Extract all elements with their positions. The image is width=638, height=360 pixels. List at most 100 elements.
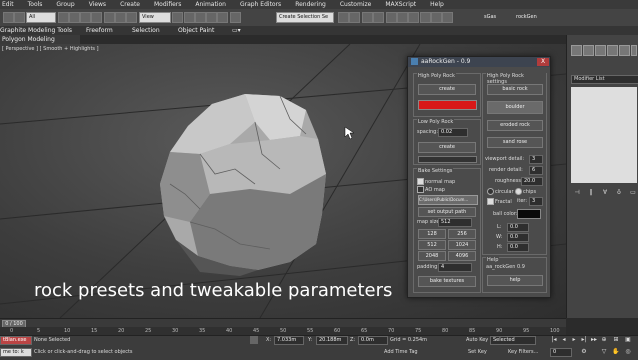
percent-snap-icon[interactable]	[206, 12, 217, 23]
tab-freeform[interactable]: Freeform	[86, 26, 113, 35]
eroded-rock-button[interactable]: eroded rock	[487, 120, 543, 131]
create-low-poly-button[interactable]: create	[418, 142, 476, 153]
set-key-button[interactable]: Set Key	[468, 349, 487, 355]
z-coord-field[interactable]: 0.0m	[358, 336, 388, 345]
go-to-end-icon[interactable]: ▸▸	[590, 336, 598, 344]
select-name-icon[interactable]	[69, 12, 80, 23]
show-end-result-icon[interactable]: ‖	[587, 189, 595, 197]
edit-named-sets-icon[interactable]	[230, 12, 241, 23]
menu-graph-editors[interactable]: Graph Editors	[240, 1, 281, 8]
ribbon-options-icon[interactable]: ▭▾	[232, 26, 241, 35]
maxscript-listener-a[interactable]: tBlan.exe	[0, 336, 32, 345]
redo-icon[interactable]	[14, 12, 25, 23]
ribbon-toggle-icon[interactable]	[373, 12, 384, 23]
menu-maxscript[interactable]: MAXScript	[385, 1, 416, 8]
move-icon[interactable]	[104, 12, 115, 23]
toolbar-label-rockgen[interactable]: rockGen	[516, 12, 537, 22]
modifier-list-dropdown[interactable]: Modifier List	[571, 75, 638, 84]
ball-color-swatch[interactable]	[517, 209, 541, 219]
sand-rose-button[interactable]: sand rose	[487, 137, 543, 148]
menu-tools[interactable]: Tools	[28, 1, 43, 8]
menu-group[interactable]: Group	[56, 1, 74, 8]
utilities-tab-icon[interactable]	[631, 45, 637, 56]
make-unique-icon[interactable]: ∀	[601, 189, 609, 197]
key-filters-button[interactable]: Key Filters...	[508, 349, 538, 355]
rendered-frame-icon[interactable]	[431, 12, 442, 23]
snap-toggle-icon[interactable]	[184, 12, 195, 23]
size-128-button[interactable]: 128	[418, 229, 446, 239]
schematic-view-icon[interactable]	[397, 12, 408, 23]
output-path-field[interactable]: C:\Users\Public\Docum...	[418, 195, 478, 205]
window-crossing-icon[interactable]	[91, 12, 102, 23]
size-4096-button[interactable]: 4096	[448, 251, 476, 261]
render-icon[interactable]	[442, 12, 453, 23]
mirror-icon[interactable]	[338, 12, 349, 23]
timeline-track[interactable]: 0 5 10 15 20 25 30 35 40 45 50 55 60 65 70 75 80 85 90 95 10…	[0, 327, 566, 335]
lock-selection-icon[interactable]	[250, 336, 258, 344]
menu-help[interactable]: Help	[430, 1, 444, 8]
create-high-poly-button[interactable]: create	[418, 84, 476, 95]
modify-tab-icon[interactable]	[583, 45, 594, 56]
circular-radio[interactable]: circular	[487, 188, 514, 195]
configure-sets-icon[interactable]: ▭	[629, 189, 637, 197]
reference-coord-dropdown[interactable]: View	[139, 12, 171, 23]
undo-icon[interactable]	[3, 12, 14, 23]
padding-spinner[interactable]: 4	[438, 263, 472, 272]
help-button[interactable]: help	[487, 275, 543, 286]
go-to-start-icon[interactable]: |◂	[550, 336, 558, 344]
remove-modifier-icon[interactable]: ö	[615, 189, 623, 197]
menu-edit[interactable]: Edit	[2, 1, 14, 8]
dialog-title-bar[interactable]: aaRockGen - 0.9	[408, 57, 550, 67]
bake-textures-button[interactable]: bake textures	[418, 276, 476, 287]
map-size-spinner[interactable]: 512	[438, 218, 472, 227]
hierarchy-tab-icon[interactable]	[595, 45, 606, 56]
tab-polygon-modeling[interactable]: Polygon Modeling	[2, 35, 55, 44]
length-spinner[interactable]: 0.0	[507, 223, 529, 232]
material-editor-icon[interactable]	[408, 12, 419, 23]
tab-graphite-modeling[interactable]: Graphite Modeling Tools	[0, 26, 72, 35]
menu-rendering[interactable]: Rendering	[295, 1, 326, 8]
zoom-extents-icon[interactable]: ▣	[624, 336, 632, 344]
motion-tab-icon[interactable]	[607, 45, 618, 56]
pan-icon[interactable]: ✋	[612, 348, 620, 356]
close-button[interactable]: X	[537, 58, 549, 66]
zoom-icon[interactable]: ⊕	[600, 336, 608, 344]
boulder-button[interactable]: boulder	[487, 101, 543, 114]
rotate-icon[interactable]	[115, 12, 126, 23]
fractal-checkbox[interactable]: Fractal	[487, 198, 512, 205]
selection-filter-dropdown[interactable]: All	[26, 12, 56, 23]
size-2048-button[interactable]: 2048	[418, 251, 446, 261]
spacing-spinner[interactable]: 0.02	[438, 128, 468, 137]
play-icon[interactable]: ▸	[570, 336, 578, 344]
y-coord-field[interactable]: 20.188m	[316, 336, 348, 345]
render-setup-icon[interactable]	[420, 12, 431, 23]
previous-frame-icon[interactable]: ◂	[560, 336, 568, 344]
scale-icon[interactable]	[126, 12, 137, 23]
align-icon[interactable]	[349, 12, 360, 23]
menu-create[interactable]: Create	[120, 1, 140, 8]
rock-color-swatch[interactable]	[418, 100, 477, 110]
region-select-icon[interactable]	[80, 12, 91, 23]
field-of-view-icon[interactable]: ▽	[600, 348, 608, 356]
display-tab-icon[interactable]	[619, 45, 630, 56]
named-selection-set-dropdown[interactable]: Create Selection Se	[276, 12, 334, 23]
size-256-button[interactable]: 256	[448, 229, 476, 239]
tab-object-paint[interactable]: Object Paint	[178, 26, 214, 35]
pivot-icon[interactable]	[172, 12, 183, 23]
x-coord-field[interactable]: 7.033m	[274, 336, 304, 345]
viewport-label[interactable]: [ Perspective ] [ Smooth + Highlights ]	[2, 46, 99, 52]
maxscript-listener-b[interactable]: me to: k	[0, 348, 32, 357]
tab-selection[interactable]: Selection	[132, 26, 160, 35]
menu-modifiers[interactable]: Modifiers	[154, 1, 181, 8]
modifier-stack[interactable]	[571, 87, 637, 183]
rock-mesh[interactable]	[160, 94, 326, 276]
next-frame-icon[interactable]: ▸|	[580, 336, 588, 344]
menu-customize[interactable]: Customize	[340, 1, 372, 8]
angle-snap-icon[interactable]	[195, 12, 206, 23]
ao-map-checkbox[interactable]: AO map	[417, 186, 445, 193]
add-time-tag[interactable]: Add Time Tag	[384, 349, 418, 355]
zoom-all-icon[interactable]: ⊞	[612, 336, 620, 344]
key-mode-dropdown[interactable]: Selected	[490, 336, 536, 345]
pin-stack-icon[interactable]: ⊣	[573, 189, 581, 197]
current-frame-field[interactable]: 0	[550, 348, 572, 357]
